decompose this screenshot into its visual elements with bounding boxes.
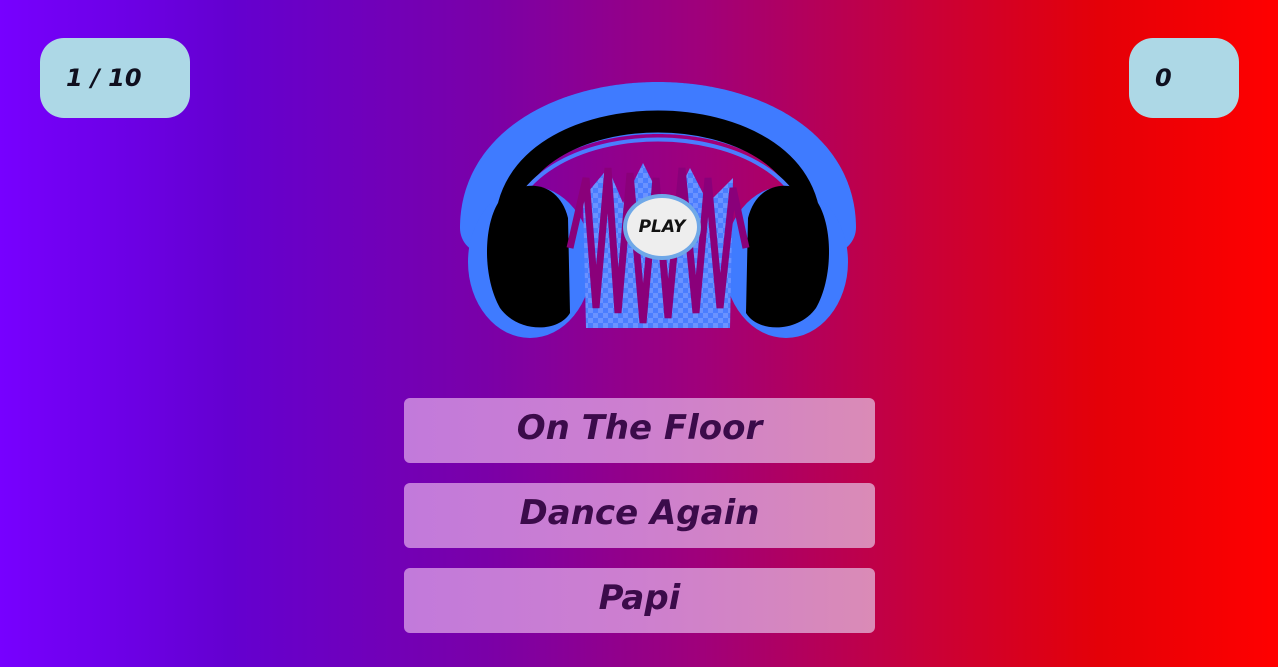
round-counter: 1 / 10 (40, 38, 190, 118)
play-button[interactable]: PLAY (623, 194, 701, 260)
answer-option-2[interactable]: Dance Again (404, 483, 875, 548)
answer-option-1[interactable]: On The Floor (404, 398, 875, 463)
headphones-icon (460, 82, 856, 338)
answer-options: On The Floor Dance Again Papi (404, 398, 875, 653)
score-counter: 0 (1129, 38, 1239, 118)
answer-option-3[interactable]: Papi (404, 568, 875, 633)
music-player: PLAY (458, 28, 858, 348)
